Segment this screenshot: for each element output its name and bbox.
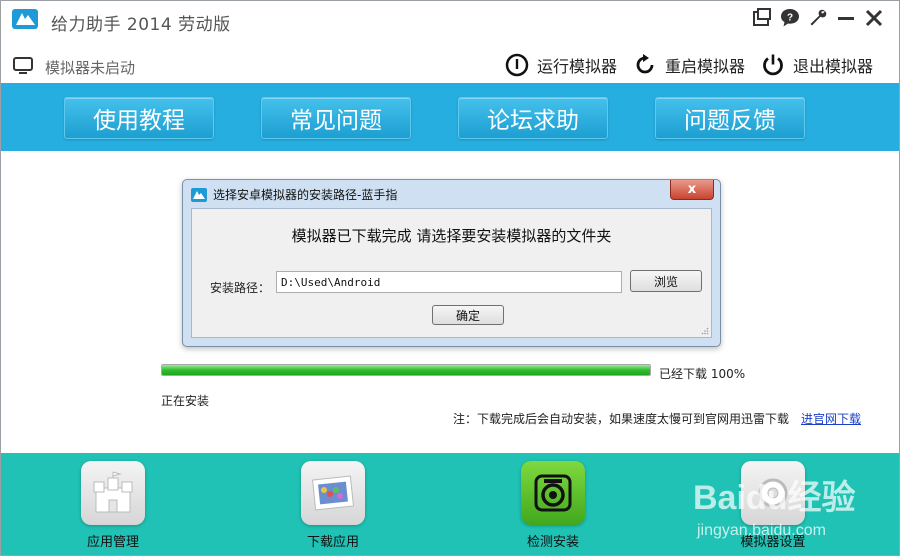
install-path-label: 安装路径： xyxy=(210,281,271,295)
title-bar: 给力助手 2014 劳动版 ? xyxy=(1,1,899,37)
nav-faq-button[interactable]: 常见问题 xyxy=(261,97,411,139)
tool-detect-install-label: 检测安装 xyxy=(526,535,579,550)
settings-icon xyxy=(758,478,788,508)
download-note: 注：下载完成后会自动安装，如果速度太慢可到官网用迅雷下载 xyxy=(453,412,790,426)
svg-text:?: ? xyxy=(787,13,793,24)
photo-icon xyxy=(311,475,355,511)
download-progress-text: 已经下载 100% xyxy=(659,367,746,381)
minimize-icon xyxy=(838,17,854,20)
install-status-text: 正在安装 xyxy=(161,394,210,408)
castle-icon xyxy=(93,471,133,513)
restart-emulator-label: 重启模拟器 xyxy=(665,57,746,76)
tool-download-apps-icon-box xyxy=(301,461,365,525)
camera-icon xyxy=(534,474,572,512)
resize-grip-icon[interactable] xyxy=(701,327,709,335)
tool-app-management-label: 应用管理 xyxy=(86,535,139,550)
dialog-title: 选择安卓模拟器的安装路径-蓝手指 xyxy=(213,188,398,202)
dialog-title-bar: 选择安卓模拟器的安装路径-蓝手指 xyxy=(191,186,397,203)
tool-emulator-settings-icon-box xyxy=(741,461,805,525)
nav-tutorial-button[interactable]: 使用教程 xyxy=(64,97,214,139)
browse-button[interactable]: 浏览 xyxy=(630,270,702,292)
close-icon xyxy=(865,9,883,27)
run-emulator-button[interactable]: 运行模拟器 xyxy=(505,53,617,77)
window-controls: ? xyxy=(751,7,885,29)
app-logo-icon xyxy=(12,9,38,29)
run-emulator-label: 运行模拟器 xyxy=(537,57,618,76)
tool-app-management[interactable]: 应用管理 xyxy=(68,461,158,550)
tool-download-apps[interactable]: 下载应用 xyxy=(288,461,378,550)
tool-download-apps-label: 下载应用 xyxy=(306,535,359,550)
tool-app-management-icon-box xyxy=(81,461,145,525)
emulator-status-text: 模拟器未启动 xyxy=(45,59,136,77)
tool-emulator-settings-label: 模拟器设置 xyxy=(740,535,806,550)
tool-emulator-settings[interactable]: 模拟器设置 xyxy=(728,461,818,550)
minimize-button[interactable] xyxy=(835,7,857,29)
emulator-status-bar: 模拟器未启动 运行模拟器 重启模拟器 退出模拟器 xyxy=(1,47,899,83)
wrench-icon xyxy=(810,9,827,26)
nav-feedback-button[interactable]: 问题反馈 xyxy=(655,97,805,139)
settings-button[interactable] xyxy=(807,7,829,29)
app-window: 给力助手 2014 劳动版 ? 模拟器未启动 运行模拟器 重启模拟器 退出模拟器… xyxy=(0,0,900,556)
power-off-icon xyxy=(763,54,783,76)
dialog-close-icon: x xyxy=(687,182,697,197)
dialog-message: 模拟器已下载完成 请选择要安装模拟器的文件夹 xyxy=(291,227,612,245)
skin-icon xyxy=(753,8,771,26)
app-title: 给力助手 2014 劳动版 xyxy=(51,15,231,35)
exit-emulator-button[interactable]: 退出模拟器 xyxy=(761,53,873,77)
install-path-input[interactable] xyxy=(276,271,622,293)
help-button[interactable]: ? xyxy=(779,7,801,29)
tool-detect-install-icon-box xyxy=(521,461,585,525)
chat-help-icon: ? xyxy=(781,9,799,27)
nav-band: 使用教程 常见问题 论坛求助 问题反馈 xyxy=(1,83,899,151)
download-progress-bar xyxy=(161,364,651,376)
dialog-body: 模拟器已下载完成 请选择要安装模拟器的文件夹 安装路径： 浏览 确定 xyxy=(191,208,712,338)
skin-button[interactable] xyxy=(751,7,773,29)
tool-detect-install[interactable]: 检测安装 xyxy=(508,461,598,550)
monitor-icon xyxy=(13,57,33,74)
dialog-logo-icon xyxy=(191,187,207,202)
dialog-close-button[interactable]: x xyxy=(670,180,714,200)
official-site-link[interactable]: 进官网下载 xyxy=(801,410,861,427)
exit-emulator-label: 退出模拟器 xyxy=(793,57,874,76)
restart-icon xyxy=(636,54,654,74)
power-on-icon xyxy=(505,53,529,77)
restart-emulator-button[interactable]: 重启模拟器 xyxy=(633,53,745,77)
close-button[interactable] xyxy=(863,7,885,29)
ok-button[interactable]: 确定 xyxy=(432,305,504,325)
install-path-dialog: 选择安卓模拟器的安装路径-蓝手指 x 模拟器已下载完成 请选择要安装模拟器的文件… xyxy=(182,179,721,347)
bottom-toolbar: 应用管理 下载应用 检测安装 模拟器设置 xyxy=(1,453,899,555)
nav-forum-button[interactable]: 论坛求助 xyxy=(458,97,608,139)
download-progress-fill xyxy=(162,365,650,375)
